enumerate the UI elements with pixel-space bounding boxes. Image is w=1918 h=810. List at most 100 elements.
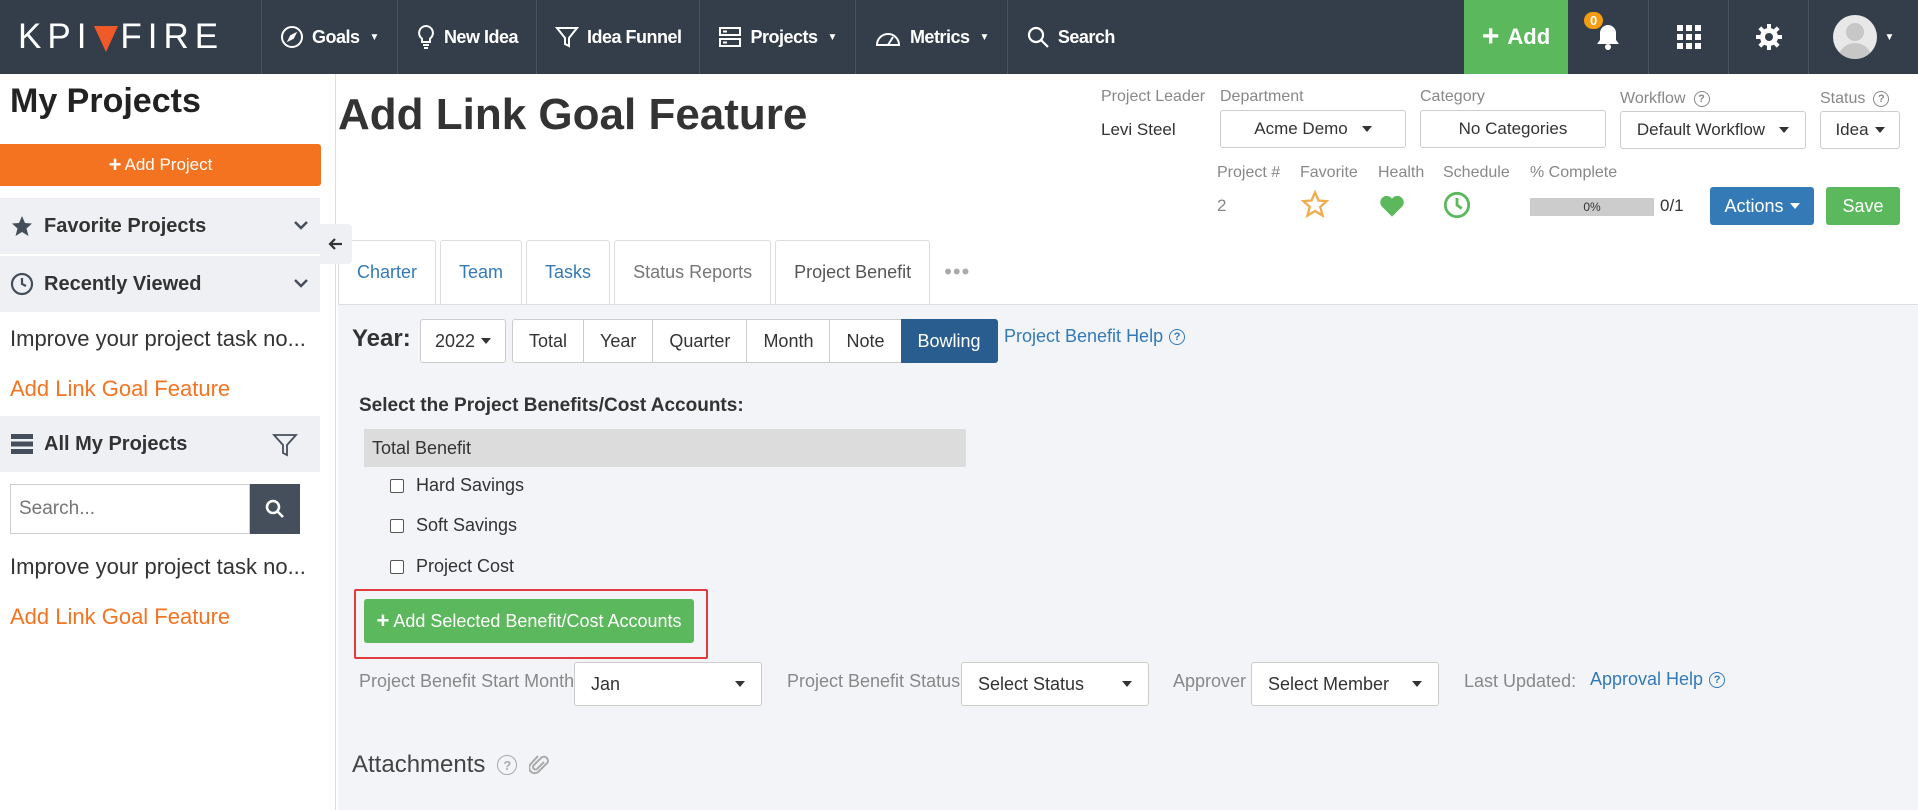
settings-button[interactable] bbox=[1728, 0, 1808, 74]
actions-button[interactable]: Actions bbox=[1710, 187, 1814, 225]
nav-projects[interactable]: Projects ▼ bbox=[700, 0, 856, 74]
start-month-select[interactable]: Jan bbox=[574, 662, 762, 706]
sidebar-title: My Projects bbox=[10, 82, 201, 120]
help-icon[interactable]: ? bbox=[497, 755, 518, 775]
caret-down-icon bbox=[1789, 203, 1800, 209]
sidebar-search bbox=[10, 484, 300, 534]
favorite-projects-section[interactable]: Favorite Projects bbox=[0, 198, 320, 254]
recent-project-link[interactable]: Improve your project task no... bbox=[10, 326, 320, 352]
benefit-status-select[interactable]: Select Status bbox=[961, 662, 1149, 706]
workflow-label: Workflow bbox=[1620, 90, 1686, 107]
nav-idea-funnel[interactable]: Idea Funnel bbox=[537, 0, 701, 74]
all-my-projects-section[interactable]: All My Projects bbox=[0, 416, 320, 472]
nav-add-button[interactable]: + Add bbox=[1464, 0, 1568, 74]
approver-label: Approver bbox=[1173, 671, 1247, 691]
flame-icon bbox=[94, 26, 119, 52]
project-number-value: 2 bbox=[1217, 196, 1227, 215]
year-select[interactable]: 2022 bbox=[420, 319, 506, 363]
arrow-left-icon bbox=[328, 238, 342, 250]
department-label: Department bbox=[1220, 88, 1304, 105]
view-quarter-button[interactable]: Quarter bbox=[652, 319, 748, 363]
star-icon bbox=[12, 216, 32, 236]
help-icon[interactable]: ? bbox=[1693, 91, 1710, 107]
caret-down-icon bbox=[1122, 681, 1132, 687]
add-project-button[interactable]: + Add Project bbox=[0, 144, 321, 186]
collapse-sidebar-button[interactable] bbox=[320, 224, 352, 264]
nav-goals[interactable]: Goals ▼ bbox=[262, 0, 398, 74]
notifications-button[interactable]: 0 bbox=[1568, 0, 1648, 74]
account-hard-savings: Hard Savings bbox=[390, 475, 524, 496]
category-select[interactable]: No Categories bbox=[1420, 110, 1606, 148]
hard-savings-checkbox[interactable] bbox=[390, 478, 404, 493]
status-select[interactable]: Idea bbox=[1820, 111, 1900, 149]
tab-project-benefit[interactable]: Project Benefit bbox=[775, 240, 931, 304]
view-year-button[interactable]: Year bbox=[583, 319, 654, 363]
tasks-ratio: 0/1 bbox=[1660, 196, 1684, 215]
start-month-value: Jan bbox=[591, 673, 621, 694]
view-bowling-button[interactable]: Bowling bbox=[900, 319, 998, 363]
save-button[interactable]: Save bbox=[1826, 187, 1900, 225]
star-outline-icon[interactable] bbox=[1301, 190, 1329, 218]
nav-search[interactable]: Search bbox=[1008, 0, 1133, 74]
nav-add-label: Add bbox=[1507, 24, 1551, 49]
approval-help-link[interactable]: Approval Help ? bbox=[1590, 669, 1726, 690]
page-title: Add Link Goal Feature bbox=[338, 90, 808, 139]
hard-savings-label: Hard Savings bbox=[416, 475, 525, 495]
percent-complete-bar: 0% bbox=[1530, 198, 1654, 216]
account-project-cost: Project Cost bbox=[390, 556, 514, 577]
tab-tasks[interactable]: Tasks bbox=[526, 240, 611, 304]
project-cost-checkbox[interactable] bbox=[390, 559, 404, 574]
user-menu[interactable]: ▼ bbox=[1808, 0, 1918, 74]
logo-text-right: FIRE bbox=[120, 17, 225, 56]
department-select[interactable]: Acme Demo bbox=[1220, 110, 1406, 148]
view-total-button[interactable]: Total bbox=[512, 319, 585, 363]
sidebar-search-input[interactable] bbox=[10, 484, 250, 534]
clock-icon bbox=[10, 272, 34, 296]
project-link-active[interactable]: Add Link Goal Feature bbox=[10, 604, 320, 630]
more-tabs-icon[interactable]: ••• bbox=[934, 240, 980, 304]
workflow-select[interactable]: Default Workflow bbox=[1620, 111, 1806, 149]
help-icon[interactable]: ? bbox=[1873, 91, 1890, 107]
favorite-projects-label: Favorite Projects bbox=[44, 214, 207, 237]
logo-text-left: KPI bbox=[18, 17, 93, 56]
approval-help-label: Approval Help bbox=[1590, 669, 1704, 689]
project-number-label: Project # bbox=[1217, 164, 1281, 181]
nav-idea-funnel-label: Idea Funnel bbox=[586, 26, 682, 47]
notification-badge: 0 bbox=[1584, 12, 1604, 29]
view-note-button[interactable]: Note bbox=[829, 319, 902, 363]
sidebar-search-button[interactable] bbox=[250, 484, 300, 534]
help-icon: ? bbox=[1169, 328, 1186, 345]
tab-status-reports[interactable]: Status Reports bbox=[614, 240, 772, 304]
percent-complete-label: % Complete bbox=[1530, 164, 1618, 181]
top-navbar: KPI FIRE Goals ▼ New Idea Idea Funnel Pro… bbox=[0, 0, 1918, 74]
tab-team[interactable]: Team bbox=[440, 240, 523, 304]
kpifire-logo[interactable]: KPI FIRE bbox=[0, 0, 262, 74]
caret-down-icon bbox=[1412, 681, 1422, 687]
lightbulb-icon bbox=[418, 24, 434, 49]
paperclip-icon[interactable] bbox=[529, 753, 550, 777]
apps-grid-button[interactable] bbox=[1648, 0, 1728, 74]
tab-charter[interactable]: Charter bbox=[338, 240, 437, 304]
nav-goals-label: Goals bbox=[312, 26, 360, 47]
view-month-button[interactable]: Month bbox=[746, 319, 831, 363]
recent-project-link-active[interactable]: Add Link Goal Feature bbox=[10, 376, 320, 402]
schedule-label: Schedule bbox=[1443, 164, 1510, 181]
project-leader-value: Levi Steel bbox=[1101, 120, 1176, 139]
actions-label: Actions bbox=[1724, 195, 1784, 216]
department-value: Acme Demo bbox=[1254, 119, 1348, 138]
filter-icon[interactable] bbox=[272, 432, 298, 458]
project-benefit-panel: Year: 2022 Total Year Quarter Month Note… bbox=[338, 304, 1918, 810]
project-link[interactable]: Improve your project task no... bbox=[10, 554, 320, 580]
nav-new-idea[interactable]: New Idea bbox=[398, 0, 537, 74]
clock-icon bbox=[1443, 191, 1471, 219]
project-benefit-help-link[interactable]: Project Benefit Help ? bbox=[1004, 326, 1186, 347]
nav-metrics[interactable]: Metrics ▼ bbox=[856, 0, 1008, 74]
recently-viewed-section[interactable]: Recently Viewed bbox=[0, 256, 320, 312]
server-icon bbox=[719, 27, 742, 47]
account-soft-savings: Soft Savings bbox=[390, 515, 517, 536]
approver-select[interactable]: Select Member bbox=[1251, 662, 1439, 706]
soft-savings-checkbox[interactable] bbox=[390, 518, 404, 533]
gauge-icon bbox=[875, 33, 900, 46]
add-selected-accounts-button[interactable]: + Add Selected Benefit/Cost Accounts bbox=[364, 599, 694, 643]
recently-viewed-label: Recently Viewed bbox=[44, 272, 202, 295]
